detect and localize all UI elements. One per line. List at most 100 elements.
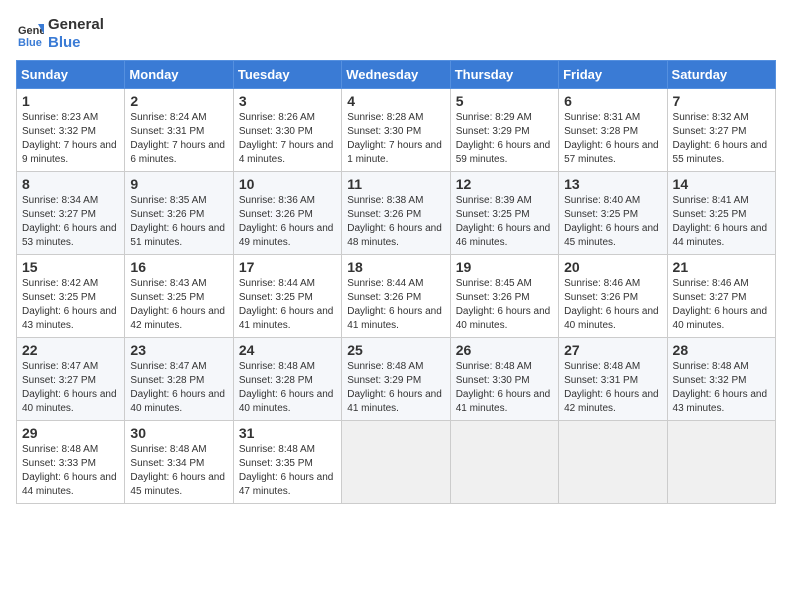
calendar-cell: 18 Sunrise: 8:44 AMSunset: 3:26 PMDaylig… xyxy=(342,255,450,338)
calendar-cell: 7 Sunrise: 8:32 AMSunset: 3:27 PMDayligh… xyxy=(667,89,775,172)
cell-content: Sunrise: 8:31 AMSunset: 3:28 PMDaylight:… xyxy=(564,112,659,165)
day-number: 6 xyxy=(564,93,661,109)
day-number: 10 xyxy=(239,176,336,192)
calendar-week-2: 8 Sunrise: 8:34 AMSunset: 3:27 PMDayligh… xyxy=(17,172,776,255)
calendar-cell: 2 Sunrise: 8:24 AMSunset: 3:31 PMDayligh… xyxy=(125,89,233,172)
day-header-sunday: Sunday xyxy=(17,61,125,89)
cell-content: Sunrise: 8:45 AMSunset: 3:26 PMDaylight:… xyxy=(456,278,551,331)
day-number: 8 xyxy=(22,176,119,192)
cell-content: Sunrise: 8:36 AMSunset: 3:26 PMDaylight:… xyxy=(239,195,334,248)
calendar-cell: 23 Sunrise: 8:47 AMSunset: 3:28 PMDaylig… xyxy=(125,338,233,421)
day-number: 20 xyxy=(564,259,661,275)
calendar-cell: 14 Sunrise: 8:41 AMSunset: 3:25 PMDaylig… xyxy=(667,172,775,255)
cell-content: Sunrise: 8:48 AMSunset: 3:30 PMDaylight:… xyxy=(456,361,551,414)
cell-content: Sunrise: 8:47 AMSunset: 3:28 PMDaylight:… xyxy=(130,361,225,414)
day-number: 14 xyxy=(673,176,770,192)
calendar-cell: 22 Sunrise: 8:47 AMSunset: 3:27 PMDaylig… xyxy=(17,338,125,421)
cell-content: Sunrise: 8:26 AMSunset: 3:30 PMDaylight:… xyxy=(239,112,334,165)
cell-content: Sunrise: 8:48 AMSunset: 3:32 PMDaylight:… xyxy=(673,361,768,414)
calendar-cell: 30 Sunrise: 8:48 AMSunset: 3:34 PMDaylig… xyxy=(125,421,233,504)
day-header-wednesday: Wednesday xyxy=(342,61,450,89)
calendar-cell: 12 Sunrise: 8:39 AMSunset: 3:25 PMDaylig… xyxy=(450,172,558,255)
calendar-cell: 25 Sunrise: 8:48 AMSunset: 3:29 PMDaylig… xyxy=(342,338,450,421)
calendar-cell: 3 Sunrise: 8:26 AMSunset: 3:30 PMDayligh… xyxy=(233,89,341,172)
calendar-cell: 4 Sunrise: 8:28 AMSunset: 3:30 PMDayligh… xyxy=(342,89,450,172)
day-number: 19 xyxy=(456,259,553,275)
cell-content: Sunrise: 8:48 AMSunset: 3:31 PMDaylight:… xyxy=(564,361,659,414)
day-number: 2 xyxy=(130,93,227,109)
day-number: 15 xyxy=(22,259,119,275)
calendar-week-3: 15 Sunrise: 8:42 AMSunset: 3:25 PMDaylig… xyxy=(17,255,776,338)
calendar-cell: 5 Sunrise: 8:29 AMSunset: 3:29 PMDayligh… xyxy=(450,89,558,172)
calendar-cell: 28 Sunrise: 8:48 AMSunset: 3:32 PMDaylig… xyxy=(667,338,775,421)
header: General Blue GeneralBlue xyxy=(16,16,776,52)
cell-content: Sunrise: 8:43 AMSunset: 3:25 PMDaylight:… xyxy=(130,278,225,331)
calendar-cell: 26 Sunrise: 8:48 AMSunset: 3:30 PMDaylig… xyxy=(450,338,558,421)
cell-content: Sunrise: 8:48 AMSunset: 3:33 PMDaylight:… xyxy=(22,444,117,497)
calendar-cell: 8 Sunrise: 8:34 AMSunset: 3:27 PMDayligh… xyxy=(17,172,125,255)
day-number: 1 xyxy=(22,93,119,109)
cell-content: Sunrise: 8:23 AMSunset: 3:32 PMDaylight:… xyxy=(22,112,117,165)
calendar-cell: 31 Sunrise: 8:48 AMSunset: 3:35 PMDaylig… xyxy=(233,421,341,504)
calendar-week-1: 1 Sunrise: 8:23 AMSunset: 3:32 PMDayligh… xyxy=(17,89,776,172)
day-number: 23 xyxy=(130,342,227,358)
calendar-cell: 21 Sunrise: 8:46 AMSunset: 3:27 PMDaylig… xyxy=(667,255,775,338)
calendar-cell: 11 Sunrise: 8:38 AMSunset: 3:26 PMDaylig… xyxy=(342,172,450,255)
svg-text:Blue: Blue xyxy=(18,37,42,48)
cell-content: Sunrise: 8:42 AMSunset: 3:25 PMDaylight:… xyxy=(22,278,117,331)
calendar-cell: 19 Sunrise: 8:45 AMSunset: 3:26 PMDaylig… xyxy=(450,255,558,338)
cell-content: Sunrise: 8:34 AMSunset: 3:27 PMDaylight:… xyxy=(22,195,117,248)
day-number: 18 xyxy=(347,259,444,275)
day-number: 5 xyxy=(456,93,553,109)
day-number: 31 xyxy=(239,425,336,441)
day-number: 9 xyxy=(130,176,227,192)
calendar-cell xyxy=(450,421,558,504)
calendar-cell: 13 Sunrise: 8:40 AMSunset: 3:25 PMDaylig… xyxy=(559,172,667,255)
logo-icon: General Blue xyxy=(16,20,44,48)
day-number: 3 xyxy=(239,93,336,109)
day-number: 7 xyxy=(673,93,770,109)
day-header-saturday: Saturday xyxy=(667,61,775,89)
cell-content: Sunrise: 8:41 AMSunset: 3:25 PMDaylight:… xyxy=(673,195,768,248)
calendar-cell xyxy=(559,421,667,504)
day-number: 25 xyxy=(347,342,444,358)
cell-content: Sunrise: 8:46 AMSunset: 3:26 PMDaylight:… xyxy=(564,278,659,331)
calendar-cell xyxy=(342,421,450,504)
calendar-cell: 9 Sunrise: 8:35 AMSunset: 3:26 PMDayligh… xyxy=(125,172,233,255)
day-number: 16 xyxy=(130,259,227,275)
day-number: 29 xyxy=(22,425,119,441)
calendar-cell xyxy=(667,421,775,504)
day-number: 22 xyxy=(22,342,119,358)
calendar-cell: 24 Sunrise: 8:48 AMSunset: 3:28 PMDaylig… xyxy=(233,338,341,421)
cell-content: Sunrise: 8:39 AMSunset: 3:25 PMDaylight:… xyxy=(456,195,551,248)
day-number: 12 xyxy=(456,176,553,192)
calendar-cell: 6 Sunrise: 8:31 AMSunset: 3:28 PMDayligh… xyxy=(559,89,667,172)
day-header-monday: Monday xyxy=(125,61,233,89)
calendar-cell: 29 Sunrise: 8:48 AMSunset: 3:33 PMDaylig… xyxy=(17,421,125,504)
cell-content: Sunrise: 8:28 AMSunset: 3:30 PMDaylight:… xyxy=(347,112,442,165)
calendar-week-5: 29 Sunrise: 8:48 AMSunset: 3:33 PMDaylig… xyxy=(17,421,776,504)
cell-content: Sunrise: 8:48 AMSunset: 3:29 PMDaylight:… xyxy=(347,361,442,414)
calendar-cell: 1 Sunrise: 8:23 AMSunset: 3:32 PMDayligh… xyxy=(17,89,125,172)
day-number: 24 xyxy=(239,342,336,358)
day-number: 27 xyxy=(564,342,661,358)
calendar-week-4: 22 Sunrise: 8:47 AMSunset: 3:27 PMDaylig… xyxy=(17,338,776,421)
logo: General Blue GeneralBlue xyxy=(16,16,104,52)
cell-content: Sunrise: 8:44 AMSunset: 3:26 PMDaylight:… xyxy=(347,278,442,331)
cell-content: Sunrise: 8:35 AMSunset: 3:26 PMDaylight:… xyxy=(130,195,225,248)
calendar-cell: 17 Sunrise: 8:44 AMSunset: 3:25 PMDaylig… xyxy=(233,255,341,338)
calendar-cell: 16 Sunrise: 8:43 AMSunset: 3:25 PMDaylig… xyxy=(125,255,233,338)
cell-content: Sunrise: 8:38 AMSunset: 3:26 PMDaylight:… xyxy=(347,195,442,248)
day-number: 4 xyxy=(347,93,444,109)
day-header-tuesday: Tuesday xyxy=(233,61,341,89)
calendar-cell: 15 Sunrise: 8:42 AMSunset: 3:25 PMDaylig… xyxy=(17,255,125,338)
cell-content: Sunrise: 8:48 AMSunset: 3:35 PMDaylight:… xyxy=(239,444,334,497)
day-number: 30 xyxy=(130,425,227,441)
calendar-cell: 27 Sunrise: 8:48 AMSunset: 3:31 PMDaylig… xyxy=(559,338,667,421)
cell-content: Sunrise: 8:47 AMSunset: 3:27 PMDaylight:… xyxy=(22,361,117,414)
cell-content: Sunrise: 8:40 AMSunset: 3:25 PMDaylight:… xyxy=(564,195,659,248)
cell-content: Sunrise: 8:24 AMSunset: 3:31 PMDaylight:… xyxy=(130,112,225,165)
day-number: 21 xyxy=(673,259,770,275)
calendar-table: SundayMondayTuesdayWednesdayThursdayFrid… xyxy=(16,60,776,504)
day-number: 17 xyxy=(239,259,336,275)
